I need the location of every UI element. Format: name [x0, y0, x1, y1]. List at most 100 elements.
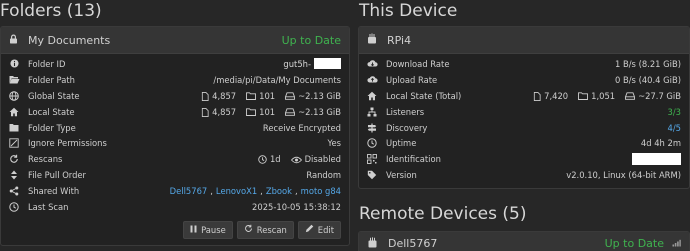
- row-upload-rate: Upload Rate 0 B/s (40.4 GiB): [359, 72, 689, 88]
- row-label: Shared With: [28, 186, 80, 197]
- pause-label: Pause: [201, 224, 226, 235]
- filter-icon: [8, 138, 20, 149]
- folder-status: Up to Date: [281, 33, 341, 47]
- folder-icon: [578, 91, 589, 101]
- raspberry-device-icon: [367, 33, 377, 47]
- row-local-state: Local State 4,857 101 ~2.13 GiB: [1, 104, 349, 120]
- share-icon: [8, 186, 20, 196]
- row-label: Folder Type: [28, 122, 76, 133]
- qrcode-icon: [366, 154, 378, 165]
- row-listeners: Listeners 3/3: [359, 104, 689, 120]
- folder-id-value: gut5h-: [283, 58, 311, 69]
- clock-icon: [8, 202, 20, 212]
- remote-device-header[interactable]: Dell5767 Up to Date: [359, 232, 689, 251]
- row-value[interactable]: 4/5: [668, 123, 681, 133]
- row-value: Yes: [327, 138, 341, 149]
- shared-device-link[interactable]: LenovoX1: [216, 186, 257, 196]
- row-download-rate: Download Rate 1 B/s (8.21 GiB): [359, 56, 689, 72]
- file-icon: [201, 107, 209, 117]
- sort-icon: [8, 170, 20, 180]
- size-value: ~2.13 GiB: [298, 106, 341, 117]
- home-icon: [8, 107, 20, 117]
- row-label: File Pull Order: [28, 170, 87, 181]
- shared-device-link[interactable]: Zbook: [266, 186, 292, 196]
- cloud-download-icon: [366, 59, 378, 68]
- rescan-button[interactable]: Rescan: [236, 220, 294, 239]
- dirs-count: 101: [259, 106, 276, 117]
- this-device-panel: RPi4 Download Rate 1 B/s (8.21 GiB) Uplo…: [358, 26, 690, 190]
- folder-icon: [246, 91, 257, 101]
- this-device-heading: This Device: [359, 1, 458, 21]
- network-icon: [366, 107, 378, 117]
- edit-button[interactable]: Edit: [297, 220, 341, 239]
- files-count: 4,857: [212, 90, 237, 101]
- refresh-icon: [244, 224, 253, 235]
- pause-button[interactable]: Pause: [183, 220, 233, 239]
- hdd-icon: [285, 91, 296, 101]
- row-label: Local State: [28, 106, 75, 117]
- remote-device-panel-dell5767: Dell5767 Up to Date: [358, 231, 690, 251]
- row-value: 4d 4h 2m: [640, 138, 681, 149]
- folder-actions: Pause Rescan Edit: [1, 215, 349, 245]
- row-folder-type: Folder Type Receive Encrypted: [1, 120, 349, 136]
- device-column: This Device RPi4 Download Rate 1 B/s (8.…: [358, 0, 690, 251]
- folder-panel-my-documents: My Documents Up to Date Folder ID gut5h-: [0, 26, 350, 246]
- edit-label: Edit: [317, 224, 334, 235]
- row-value: Receive Encrypted: [262, 122, 341, 133]
- row-value[interactable]: 3/3: [668, 107, 681, 117]
- signpost-icon: [366, 123, 378, 133]
- row-value: 2025-10-05 15:38:12: [252, 201, 341, 212]
- size-value: ~27.7 GiB: [638, 90, 681, 101]
- rescan-interval: 1d: [269, 154, 281, 165]
- hdd-icon: [285, 107, 296, 117]
- row-rescans: Rescans 1d Disabled: [1, 151, 349, 167]
- globe-icon: [8, 90, 20, 101]
- remote-device-status: Up to Date: [604, 237, 664, 251]
- rescan-label: Rescan: [256, 224, 287, 235]
- pause-icon: [190, 225, 197, 235]
- size-value: ~2.13 GiB: [298, 90, 341, 101]
- row-label: Discovery: [386, 122, 428, 133]
- remote-devices-heading: Remote Devices (5): [359, 204, 527, 225]
- folders-column: Folders (13) My Documents Up to Date Fol…: [0, 0, 350, 246]
- row-file-pull-order: File Pull Order Random: [1, 167, 349, 183]
- row-value[interactable]: [632, 153, 681, 166]
- cloud-upload-icon: [366, 75, 378, 84]
- shared-device-link[interactable]: Dell5767: [170, 186, 208, 196]
- shared-device-link[interactable]: moto g84: [301, 186, 341, 196]
- row-shared-with: Shared With Dell5767, LenovoX1, Zbook, m…: [1, 183, 349, 199]
- folder-icon: [246, 107, 257, 117]
- signal-bars-icon: [672, 237, 681, 250]
- row-value: gut5h-: [283, 58, 341, 70]
- row-last-scan: Last Scan 2025-10-05 15:38:12: [1, 199, 349, 215]
- row-ignore-permissions: Ignore Permissions Yes: [1, 135, 349, 151]
- folder-id-icon: [8, 59, 20, 68]
- clock-icon: [366, 138, 378, 149]
- row-value: 4,857 101 ~2.13 GiB: [201, 107, 341, 117]
- row-label: Uptime: [386, 138, 417, 149]
- watcher-status: Disabled: [304, 154, 341, 165]
- row-label: Folder ID: [28, 58, 66, 69]
- row-label: Local State (Total): [386, 90, 462, 101]
- row-label: Last Scan: [28, 201, 69, 212]
- redacted-box: [314, 58, 341, 70]
- row-value: Random: [306, 170, 341, 181]
- device-panel-header[interactable]: RPi4: [359, 27, 689, 54]
- row-value: 7,420 1,051 ~27.7 GiB: [533, 91, 681, 101]
- row-value: 4,857 101 ~2.13 GiB: [201, 91, 341, 101]
- dirs-count: 101: [259, 90, 276, 101]
- dirs-count: 1,051: [591, 90, 616, 101]
- row-label: Upload Rate: [386, 74, 438, 85]
- hdd-icon: [625, 91, 636, 101]
- row-label: Identification: [386, 154, 441, 165]
- clock-icon: [258, 154, 267, 165]
- row-identification: Identification: [359, 151, 689, 167]
- row-label: Rescans: [28, 154, 63, 165]
- row-local-state-total: Local State (Total) 7,420 1,051 ~27.7 Gi…: [359, 88, 689, 104]
- row-label: Download Rate: [386, 58, 450, 69]
- folder-panel-header[interactable]: My Documents Up to Date: [1, 27, 349, 54]
- row-label: Global State: [28, 90, 80, 101]
- lock-icon: [9, 34, 18, 47]
- remote-device-title: Dell5767: [388, 237, 438, 251]
- row-folder-id: Folder ID gut5h-: [1, 56, 349, 72]
